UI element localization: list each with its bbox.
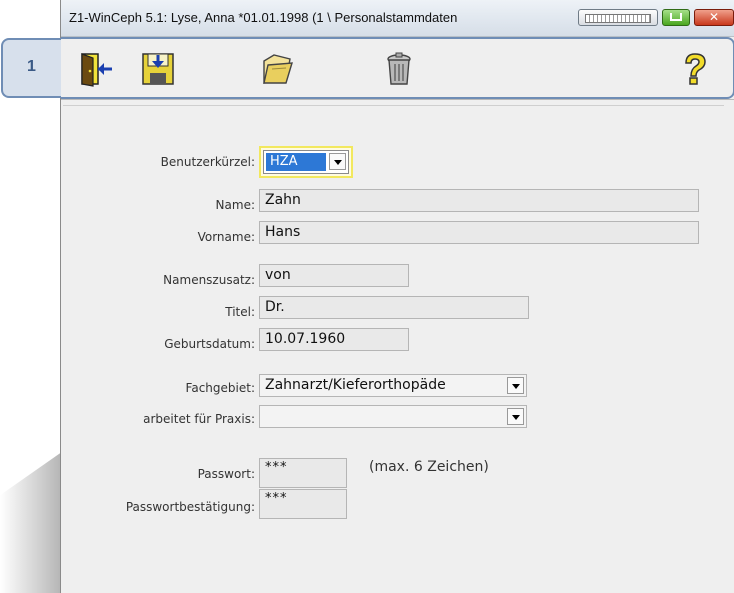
help-icon <box>685 53 706 85</box>
exit-icon <box>81 53 112 87</box>
namenszusatz-field[interactable]: von <box>259 264 409 287</box>
toolbar-separator <box>63 105 724 106</box>
open-folder-button[interactable] <box>260 51 294 87</box>
exit-button[interactable] <box>80 51 114 87</box>
passwort-bestaetigung-label: Passwortbestätigung: <box>125 500 255 514</box>
passwort-hint: (max. 6 Zeichen) <box>369 459 489 475</box>
name-label: Name: <box>215 198 255 212</box>
passwort-field[interactable]: *** <box>259 458 347 488</box>
window-title: Z1-WinCeph 5.1: Lyse, Anna *01.01.1998 (… <box>69 10 458 25</box>
kuerzel-select[interactable]: HZA <box>263 150 349 174</box>
namenszusatz-label: Namenszusatz: <box>163 273 255 287</box>
geburtsdatum-label: Geburtsdatum: <box>164 337 255 351</box>
chevron-down-icon[interactable] <box>507 377 524 394</box>
close-button[interactable]: ✕ <box>694 9 734 26</box>
kuerzel-value: HZA <box>266 153 326 171</box>
minimize-button[interactable] <box>662 9 690 26</box>
name-field[interactable]: Zahn <box>259 189 699 212</box>
titel-field[interactable]: Dr. <box>259 296 529 319</box>
close-icon: ✕ <box>709 10 720 24</box>
vorname-field[interactable]: Hans <box>259 221 699 244</box>
callout-number: 1 <box>27 58 36 75</box>
geburtsdatum-field[interactable]: 10.07.1960 <box>259 328 409 351</box>
passwort-bestaetigung-field[interactable]: *** <box>259 489 347 519</box>
open-folder-icon <box>263 54 293 84</box>
save-icon <box>142 53 174 85</box>
toolbar <box>61 37 734 100</box>
chevron-down-icon[interactable] <box>507 408 524 425</box>
personal-master-data-window: Z1-WinCeph 5.1: Lyse, Anna *01.01.1998 (… <box>1 0 734 593</box>
fachgebiet-label: Fachgebiet: <box>185 381 255 395</box>
title-bar: Z1-WinCeph 5.1: Lyse, Anna *01.01.1998 (… <box>61 0 734 37</box>
praxis-select[interactable] <box>259 405 527 428</box>
kuerzel-focus-highlight: HZA <box>259 146 353 178</box>
fachgebiet-select[interactable]: Zahnarzt/Kieferorthopäde <box>259 374 527 397</box>
passwort-label: Passwort: <box>197 467 255 481</box>
chevron-down-icon[interactable] <box>329 153 346 170</box>
delete-button[interactable] <box>382 51 416 87</box>
keyboard-icon <box>585 14 651 23</box>
praxis-label: arbeitet für Praxis: <box>143 412 255 426</box>
save-button[interactable] <box>141 51 175 87</box>
callout-marker: 1 <box>1 38 69 98</box>
vorname-label: Vorname: <box>197 230 255 244</box>
fachgebiet-value: Zahnarzt/Kieferorthopäde <box>265 377 446 393</box>
keyboard-button[interactable] <box>578 9 658 26</box>
kuerzel-label: Benutzerkürzel: <box>160 155 255 169</box>
trash-icon <box>387 52 411 85</box>
minimize-icon <box>670 13 682 21</box>
help-button[interactable] <box>678 51 712 87</box>
titel-label: Titel: <box>225 305 255 319</box>
